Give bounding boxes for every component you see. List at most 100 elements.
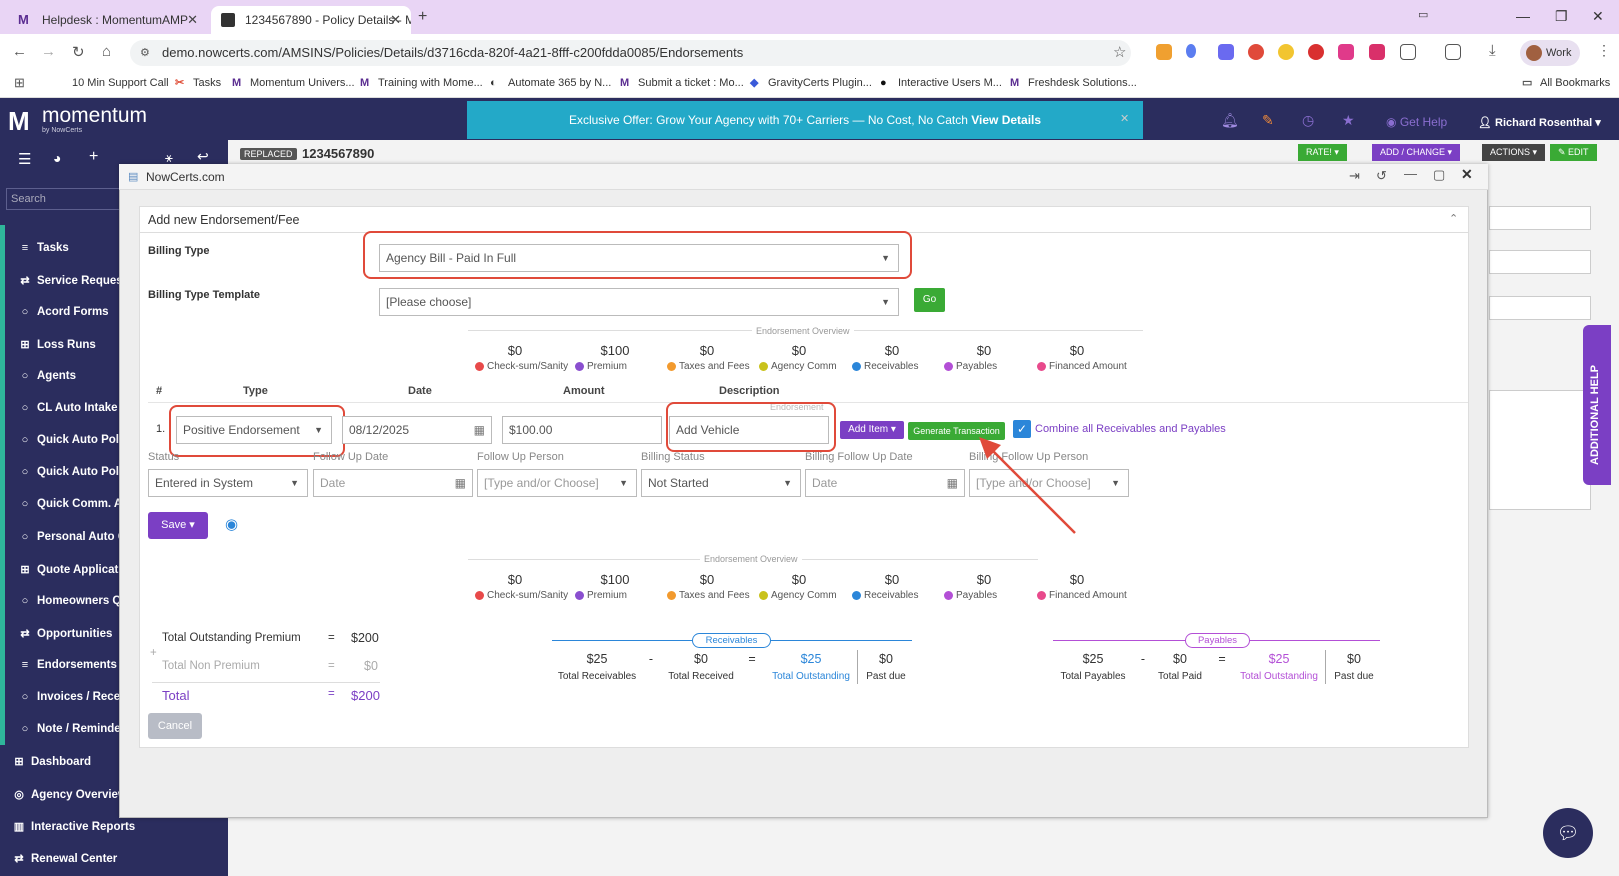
save-button[interactable]: Save ▾ — [148, 512, 208, 539]
promo-link[interactable]: View Details — [971, 113, 1041, 127]
sidebar-item-label: Interactive Reports — [31, 820, 136, 833]
eye-icon[interactable]: ◉ — [225, 515, 238, 533]
close-icon[interactable]: ✕ — [1461, 166, 1473, 183]
receivables-title: Receivables — [692, 633, 771, 648]
add-item-button[interactable]: Add Item ▾ — [840, 421, 904, 439]
status-select[interactable]: Entered in System ▼ — [148, 469, 308, 497]
amount-input[interactable]: $100.00 — [502, 416, 662, 444]
browser-tab-policy[interactable]: 1234567890 - Policy Details - M ✕ — [211, 6, 411, 34]
sidebar-item-icon: ▥ — [13, 821, 25, 833]
caret-down-icon: ▼ — [1111, 478, 1120, 488]
restore-window-icon[interactable]: ❐ — [1555, 8, 1568, 25]
chevron-up-icon[interactable]: ⌃ — [1449, 212, 1458, 225]
calendar-icon[interactable]: ▦ — [474, 417, 485, 443]
extension-icon[interactable] — [1278, 44, 1294, 60]
extensions-puzzle-icon[interactable] — [1400, 44, 1416, 60]
followup-date-input[interactable]: Date ▦ — [313, 469, 473, 497]
bookmark-item[interactable]: ✂ Tasks — [175, 77, 221, 89]
bookmark-star-icon[interactable]: ☆ — [1113, 43, 1126, 61]
get-help-link[interactable]: ◉ Get Help — [1386, 115, 1447, 129]
billing-status-select[interactable]: Not Started ▼ — [641, 469, 801, 497]
star-icon[interactable]: ★ — [1342, 112, 1355, 129]
bookmark-label: Interactive Users M... — [898, 77, 1002, 89]
add-change-button[interactable]: ADD / CHANGE ▾ — [1372, 144, 1461, 161]
billing-followup-date-label: Billing Follow Up Date — [805, 451, 913, 463]
extension-icon[interactable] — [1186, 44, 1196, 58]
bell-icon[interactable]: 🔔︎ — [1221, 112, 1239, 129]
bookmark-item[interactable]: ● Interactive Users M... — [880, 77, 1002, 89]
clock-icon[interactable]: ◷ — [1302, 112, 1314, 129]
extension-icon[interactable] — [1156, 44, 1172, 60]
apps-grid-icon[interactable]: ⊞ — [14, 75, 25, 91]
overview-label: Agency Comm — [759, 590, 837, 601]
billing-status-label: Billing Status — [641, 451, 705, 463]
edit-button[interactable]: ✎ EDIT — [1550, 144, 1597, 161]
maximize-icon[interactable]: ▢ — [1433, 167, 1445, 183]
close-promo-icon[interactable]: ✕ — [1120, 112, 1129, 125]
sidebar-item[interactable]: ⇄ Renewal Center — [12, 852, 222, 866]
status-dot-icon — [944, 591, 953, 600]
menu-icon[interactable]: ☰ — [18, 150, 31, 168]
momentum-favicon-icon: M — [18, 12, 29, 27]
close-tab-icon[interactable]: ✕ — [390, 12, 401, 28]
url-bar[interactable]: demo.nowcerts.com/AMSINS/Policies/Detail… — [130, 40, 1131, 66]
cancel-button[interactable]: Cancel — [148, 713, 202, 739]
go-button[interactable]: Go — [914, 288, 945, 312]
home-icon[interactable]: ⌂ — [102, 43, 111, 60]
bookmark-item[interactable]: ◆ GravityCerts Plugin... — [750, 77, 872, 89]
equals-sign: = — [328, 660, 335, 672]
forward-icon[interactable]: → — [41, 43, 56, 60]
rate-button[interactable]: RATE! ▾ — [1298, 144, 1347, 161]
magic-wand-icon[interactable]: ✎ — [1262, 112, 1274, 129]
promo-banner[interactable]: Exclusive Offer: Grow Your Agency with 7… — [467, 101, 1143, 139]
all-bookmarks[interactable]: ▭ All Bookmarks — [1522, 77, 1610, 89]
extension-icon[interactable] — [1218, 44, 1234, 60]
billing-template-select[interactable]: [Please choose] ▼ — [379, 288, 899, 316]
bookmark-item[interactable]: M Momentum Univers... — [232, 77, 355, 89]
col-amount: Amount — [563, 385, 605, 397]
palette-icon[interactable]: ◕ — [53, 150, 61, 166]
extension-icon[interactable] — [1338, 44, 1354, 60]
refresh-icon[interactable]: ↺ — [1376, 168, 1387, 184]
followup-person-select[interactable]: [Type and/or Choose] ▼ — [477, 469, 637, 497]
download-icon[interactable]: ⤓ — [1489, 42, 1496, 59]
close-window-icon[interactable]: ✕ — [1592, 8, 1604, 25]
calendar-icon[interactable]: ▦ — [455, 470, 466, 496]
bookmark-label: Training with Mome... — [378, 77, 483, 89]
browser-menu-icon[interactable]: ⋮ — [1597, 42, 1611, 59]
extension-icon[interactable] — [1308, 44, 1324, 60]
bookmark-item[interactable]: M Submit a ticket : Mo... — [620, 77, 744, 89]
minimize-window-icon[interactable]: — — [1516, 8, 1530, 24]
new-tab-icon[interactable]: + — [418, 8, 427, 26]
bookmark-item[interactable]: ◐ Automate 365 by N... — [490, 77, 611, 89]
extension-icon[interactable] — [1369, 44, 1385, 60]
back-arrow-icon[interactable]: ↩ — [197, 148, 209, 165]
add-icon[interactable]: + — [89, 148, 98, 166]
extension-icon[interactable] — [1248, 44, 1264, 60]
momentum-icon: M — [620, 76, 630, 89]
calendar-icon[interactable]: ▦ — [947, 470, 958, 496]
reading-list-icon[interactable] — [1445, 44, 1461, 60]
additional-help-tab[interactable]: ADDITIONAL HELP — [1583, 325, 1611, 485]
user-menu[interactable]: 👤︎ Richard Rosenthal ▾ — [1478, 116, 1601, 129]
bookmark-item[interactable]: M Training with Mome... — [360, 77, 483, 89]
bookmark-label: GravityCerts Plugin... — [768, 77, 872, 89]
overview-value: $0 — [1069, 343, 1085, 358]
bookmark-item[interactable]: M Freshdesk Solutions... — [1010, 77, 1137, 89]
actions-button[interactable]: ACTIONS ▾ — [1482, 144, 1546, 161]
pin-icon[interactable]: ⇥ — [1349, 168, 1360, 184]
date-input[interactable]: 08/12/2025 ▦ — [342, 416, 492, 444]
site-info-icon[interactable]: ⚙ — [140, 46, 150, 59]
billing-followup-date-placeholder: Date — [812, 476, 838, 490]
reload-icon[interactable]: ↻ — [72, 43, 85, 61]
search-input[interactable]: Search — [6, 188, 124, 210]
browser-tab-helpdesk[interactable]: M Helpdesk : MomentumAMP ✕ — [8, 6, 208, 34]
bookmark-item[interactable]: 10 Min Support Call — [72, 77, 169, 89]
back-icon[interactable]: ← — [12, 43, 27, 60]
billing-followup-date-input[interactable]: Date ▦ — [805, 469, 965, 497]
tab-search-icon[interactable]: ▭ — [1418, 8, 1428, 21]
sidebar-item[interactable]: ▥ Interactive Reports — [12, 820, 222, 834]
minimize-icon[interactable]: — — [1404, 166, 1417, 181]
chat-icon[interactable]: 💬︎ — [1543, 808, 1593, 858]
close-tab-icon[interactable]: ✕ — [187, 12, 198, 28]
